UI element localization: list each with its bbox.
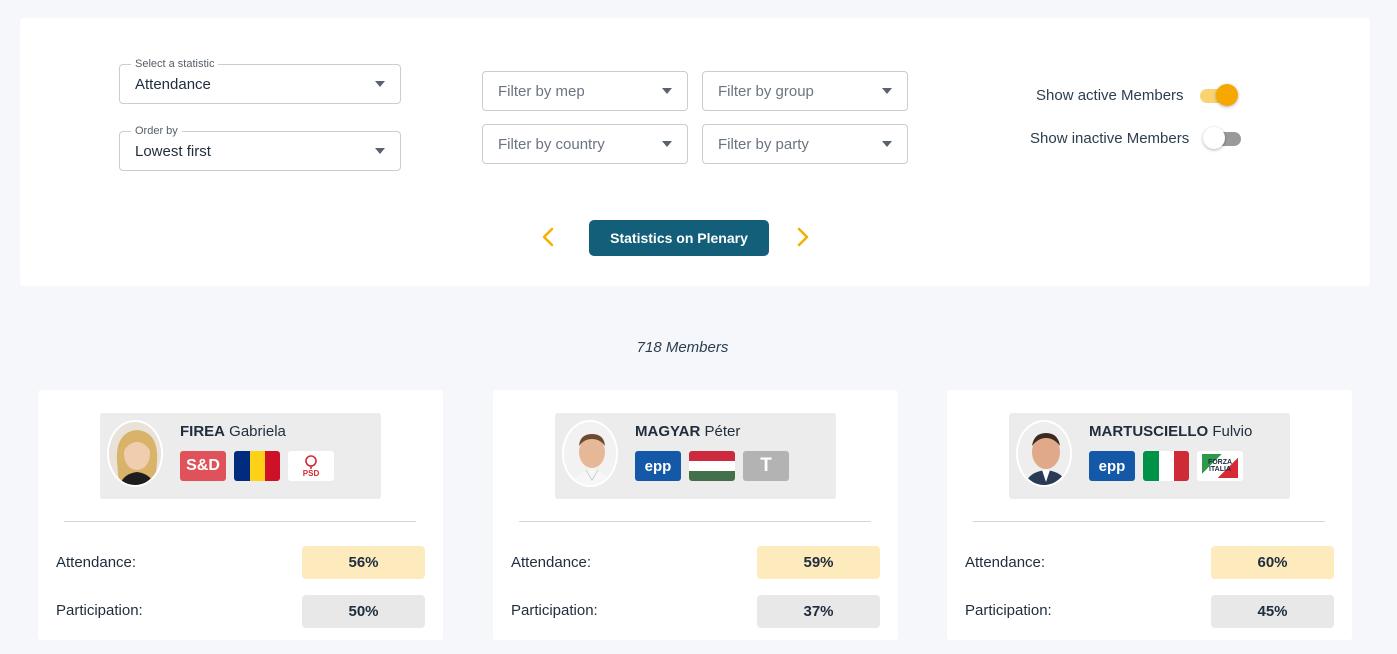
filter-panel: Select a statistic Attendance Order by L… [20, 18, 1370, 286]
divider [973, 521, 1325, 522]
party-badge: T [743, 451, 789, 481]
mep-name[interactable]: MARTUSCIELLO Fulvio [1089, 423, 1252, 440]
mep-card[interactable]: MARTUSCIELLO Fulvio epp FORZA ITALIA Att… [947, 390, 1352, 640]
party-badge: PSD [288, 451, 334, 481]
mep-identity: MARTUSCIELLO Fulvio epp FORZA ITALIA [1009, 413, 1290, 499]
country-filter[interactable]: Filter by country [482, 124, 688, 164]
caret-down-icon [375, 148, 385, 154]
participation-label: Participation: [511, 602, 598, 619]
group-filter[interactable]: Filter by group [702, 71, 908, 111]
statistic-select[interactable]: Select a statistic Attendance [119, 57, 401, 104]
group-badge: epp [1089, 451, 1135, 481]
country-filter-placeholder: Filter by country [498, 135, 605, 153]
attendance-label: Attendance: [965, 554, 1046, 571]
statistic-select-value: Attendance [135, 75, 211, 93]
mep-identity: FIREA Gabriela S&D PSD [100, 413, 381, 499]
mep-surname: FIREA [180, 423, 225, 440]
badge-row: epp T [635, 451, 797, 481]
avatar [107, 420, 163, 487]
badge-row: S&D PSD [180, 451, 342, 481]
mep-filter[interactable]: Filter by mep [482, 71, 688, 111]
mep-identity: MAGYAR Péter epp T [555, 413, 836, 499]
mep-card[interactable]: FIREA Gabriela S&D PSD Attendance: 56% P… [38, 390, 443, 640]
members-count: 718 Members [636, 339, 729, 356]
inactive-members-toggle-row: Show inactive Members [1030, 126, 1243, 150]
mep-given-name: Fulvio [1212, 423, 1253, 440]
attendance-label: Attendance: [56, 554, 137, 571]
active-members-label: Show active Members [1036, 86, 1184, 104]
participation-value: 45% [1211, 595, 1334, 628]
group-badge: S&D [180, 451, 226, 481]
participation-value: 50% [302, 595, 425, 628]
participation-label: Participation: [56, 602, 143, 619]
mep-surname: MARTUSCIELLO [1089, 423, 1209, 440]
avatar [1016, 420, 1072, 487]
mep-given-name: Gabriela [229, 423, 286, 440]
divider [519, 521, 871, 522]
caret-down-icon [662, 141, 672, 147]
country-flag [1143, 451, 1189, 481]
mep-card[interactable]: MAGYAR Péter epp T Attendance: 59% Parti… [493, 390, 898, 640]
participation-value: 37% [757, 595, 880, 628]
inactive-members-label: Show inactive Members [1030, 129, 1190, 147]
mep-name[interactable]: MAGYAR Péter [635, 423, 740, 440]
group-badge-text: epp [644, 457, 672, 475]
active-members-toggle-row: Show active Members [1036, 83, 1238, 107]
caret-down-icon [662, 88, 672, 94]
party-badge-text: T [760, 455, 772, 476]
caret-down-icon [375, 81, 385, 87]
party-filter[interactable]: Filter by party [702, 124, 908, 164]
country-flag [234, 451, 280, 481]
party-badge: FORZA ITALIA [1197, 451, 1243, 481]
order-select-value: Lowest first [135, 142, 211, 160]
badge-row: epp FORZA ITALIA [1089, 451, 1251, 481]
party-badge-text: PSD [302, 468, 320, 478]
attendance-value: 56% [302, 546, 425, 579]
group-badge: epp [635, 451, 681, 481]
order-select[interactable]: Order by Lowest first [119, 124, 401, 171]
divider [64, 521, 416, 522]
mep-surname: MAGYAR [635, 423, 701, 440]
statistics-on-plenary-button[interactable]: Statistics on Plenary [589, 220, 769, 256]
group-badge-text: epp [1098, 457, 1126, 475]
party-badge-text: FORZA ITALIA [1207, 459, 1233, 473]
chevron-left-icon[interactable] [536, 225, 560, 249]
participation-label: Participation: [965, 602, 1052, 619]
attendance-label: Attendance: [511, 554, 592, 571]
mep-given-name: Péter [704, 423, 741, 440]
caret-down-icon [882, 88, 892, 94]
caret-down-icon [882, 141, 892, 147]
party-filter-placeholder: Filter by party [718, 135, 809, 153]
mep-name[interactable]: FIREA Gabriela [180, 423, 286, 440]
rose-icon [305, 454, 317, 469]
chevron-right-icon[interactable] [791, 225, 815, 249]
attendance-value: 59% [757, 546, 880, 579]
group-filter-placeholder: Filter by group [718, 82, 814, 100]
active-members-toggle[interactable] [1198, 83, 1238, 107]
inactive-members-toggle[interactable] [1203, 126, 1243, 150]
group-badge-text: S&D [186, 457, 220, 474]
country-flag [689, 451, 735, 481]
attendance-value: 60% [1211, 546, 1334, 579]
avatar [562, 420, 618, 487]
mep-filter-placeholder: Filter by mep [498, 82, 585, 100]
